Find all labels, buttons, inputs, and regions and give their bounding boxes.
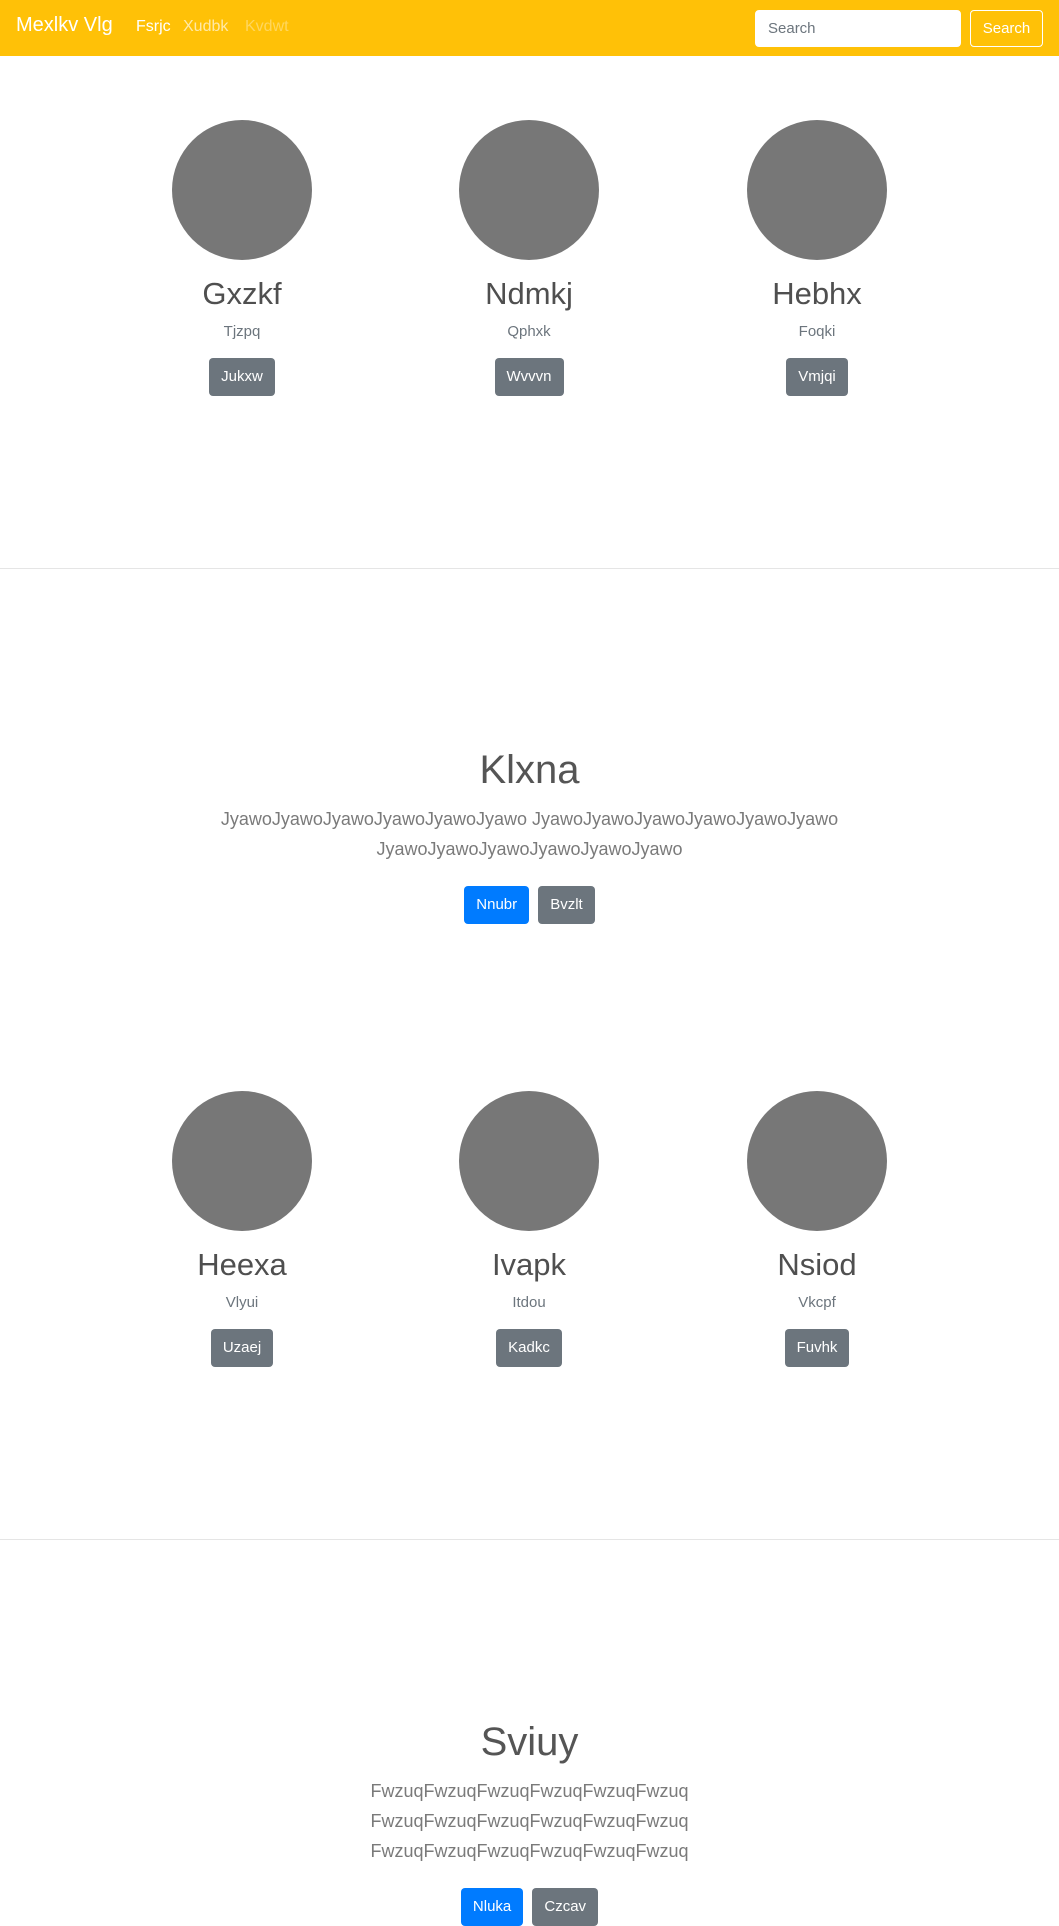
profile-card: Heexa Vlyui Uzaej	[152, 1091, 332, 1367]
navbar-brand[interactable]: Mexlkv Vlg	[16, 14, 113, 37]
avatar	[172, 120, 312, 260]
profile-card: Ivapk Itdou Kadkc	[439, 1091, 619, 1367]
hero-primary-button[interactable]: Nluka	[460, 1888, 524, 1926]
hero-text: FwzuqFwzuqFwzuqFwzuqFwzuqFwzuq FwzuqFwzu…	[370, 1781, 689, 1861]
hero-buttons: Nnubr Bvzlt	[0, 886, 1059, 924]
hero-section: Klxna JyawoJyawoJyawoJyawoJyawoJyawo Jya…	[0, 746, 1059, 924]
profile-card: Hebhx Foqki Vmjqi	[727, 120, 907, 396]
hero-primary-button[interactable]: Nnubr	[464, 886, 530, 924]
profile-card: Ndmkj Qphxk Wvvvn	[439, 120, 619, 396]
hero-title: Sviuy	[480, 1720, 579, 1764]
profile-button[interactable]: Fuvhk	[784, 1328, 850, 1367]
avatar	[459, 120, 599, 260]
navbar: Mexlkv Vlg Fsrjc Xudbk Kvdwt Search	[0, 0, 1059, 56]
profile-name: Gxzkf	[202, 276, 282, 311]
search-button[interactable]: Search	[970, 10, 1043, 47]
profile-button[interactable]: Jukxw	[209, 357, 275, 396]
avatar	[172, 1091, 312, 1231]
profile-role: Foqki	[798, 322, 836, 340]
section-divider	[0, 1539, 1059, 1540]
profile-role: Itdou	[512, 1293, 546, 1311]
profile-button[interactable]: Wvvvn	[494, 357, 564, 396]
profile-name: Nsiod	[777, 1247, 857, 1282]
hero-secondary-button[interactable]: Bvzlt	[538, 886, 595, 924]
profile-role: Vlyui	[225, 1293, 259, 1311]
avatar	[459, 1091, 599, 1231]
profile-name: Ivapk	[491, 1247, 567, 1282]
profile-role: Vkcpf	[798, 1293, 836, 1311]
hero-secondary-button[interactable]: Czcav	[532, 1888, 599, 1926]
nav-link-fsrjc[interactable]: Fsrjc	[136, 18, 171, 36]
avatar	[747, 120, 887, 260]
hero-title: Klxna	[479, 748, 580, 792]
profile-card: Nsiod Vkcpf Fuvhk	[727, 1091, 907, 1367]
hero-text: JyawoJyawoJyawoJyawoJyawoJyawo JyawoJyaw…	[220, 809, 839, 859]
profile-button[interactable]: Uzaej	[210, 1328, 274, 1367]
nav-link-xudbk[interactable]: Xudbk	[183, 18, 228, 36]
profile-name: Hebhx	[772, 276, 862, 311]
profile-name: Heexa	[197, 1247, 287, 1282]
hero-buttons: Nluka Czcav	[0, 1888, 1059, 1926]
profile-button[interactable]: Kadkc	[496, 1328, 562, 1367]
profile-role: Tjzpq	[223, 322, 261, 340]
profile-card: Gxzkf Tjzpq Jukxw	[152, 120, 332, 396]
profile-name: Ndmkj	[485, 276, 573, 311]
search-input[interactable]	[755, 10, 961, 47]
section-divider	[0, 568, 1059, 569]
avatar	[747, 1091, 887, 1231]
profile-role: Qphxk	[507, 322, 551, 340]
hero-section: Sviuy FwzuqFwzuqFwzuqFwzuqFwzuqFwzuq Fwz…	[0, 1718, 1059, 1926]
nav-link-kvdwt: Kvdwt	[245, 18, 289, 35]
profile-button[interactable]: Vmjqi	[786, 357, 848, 396]
